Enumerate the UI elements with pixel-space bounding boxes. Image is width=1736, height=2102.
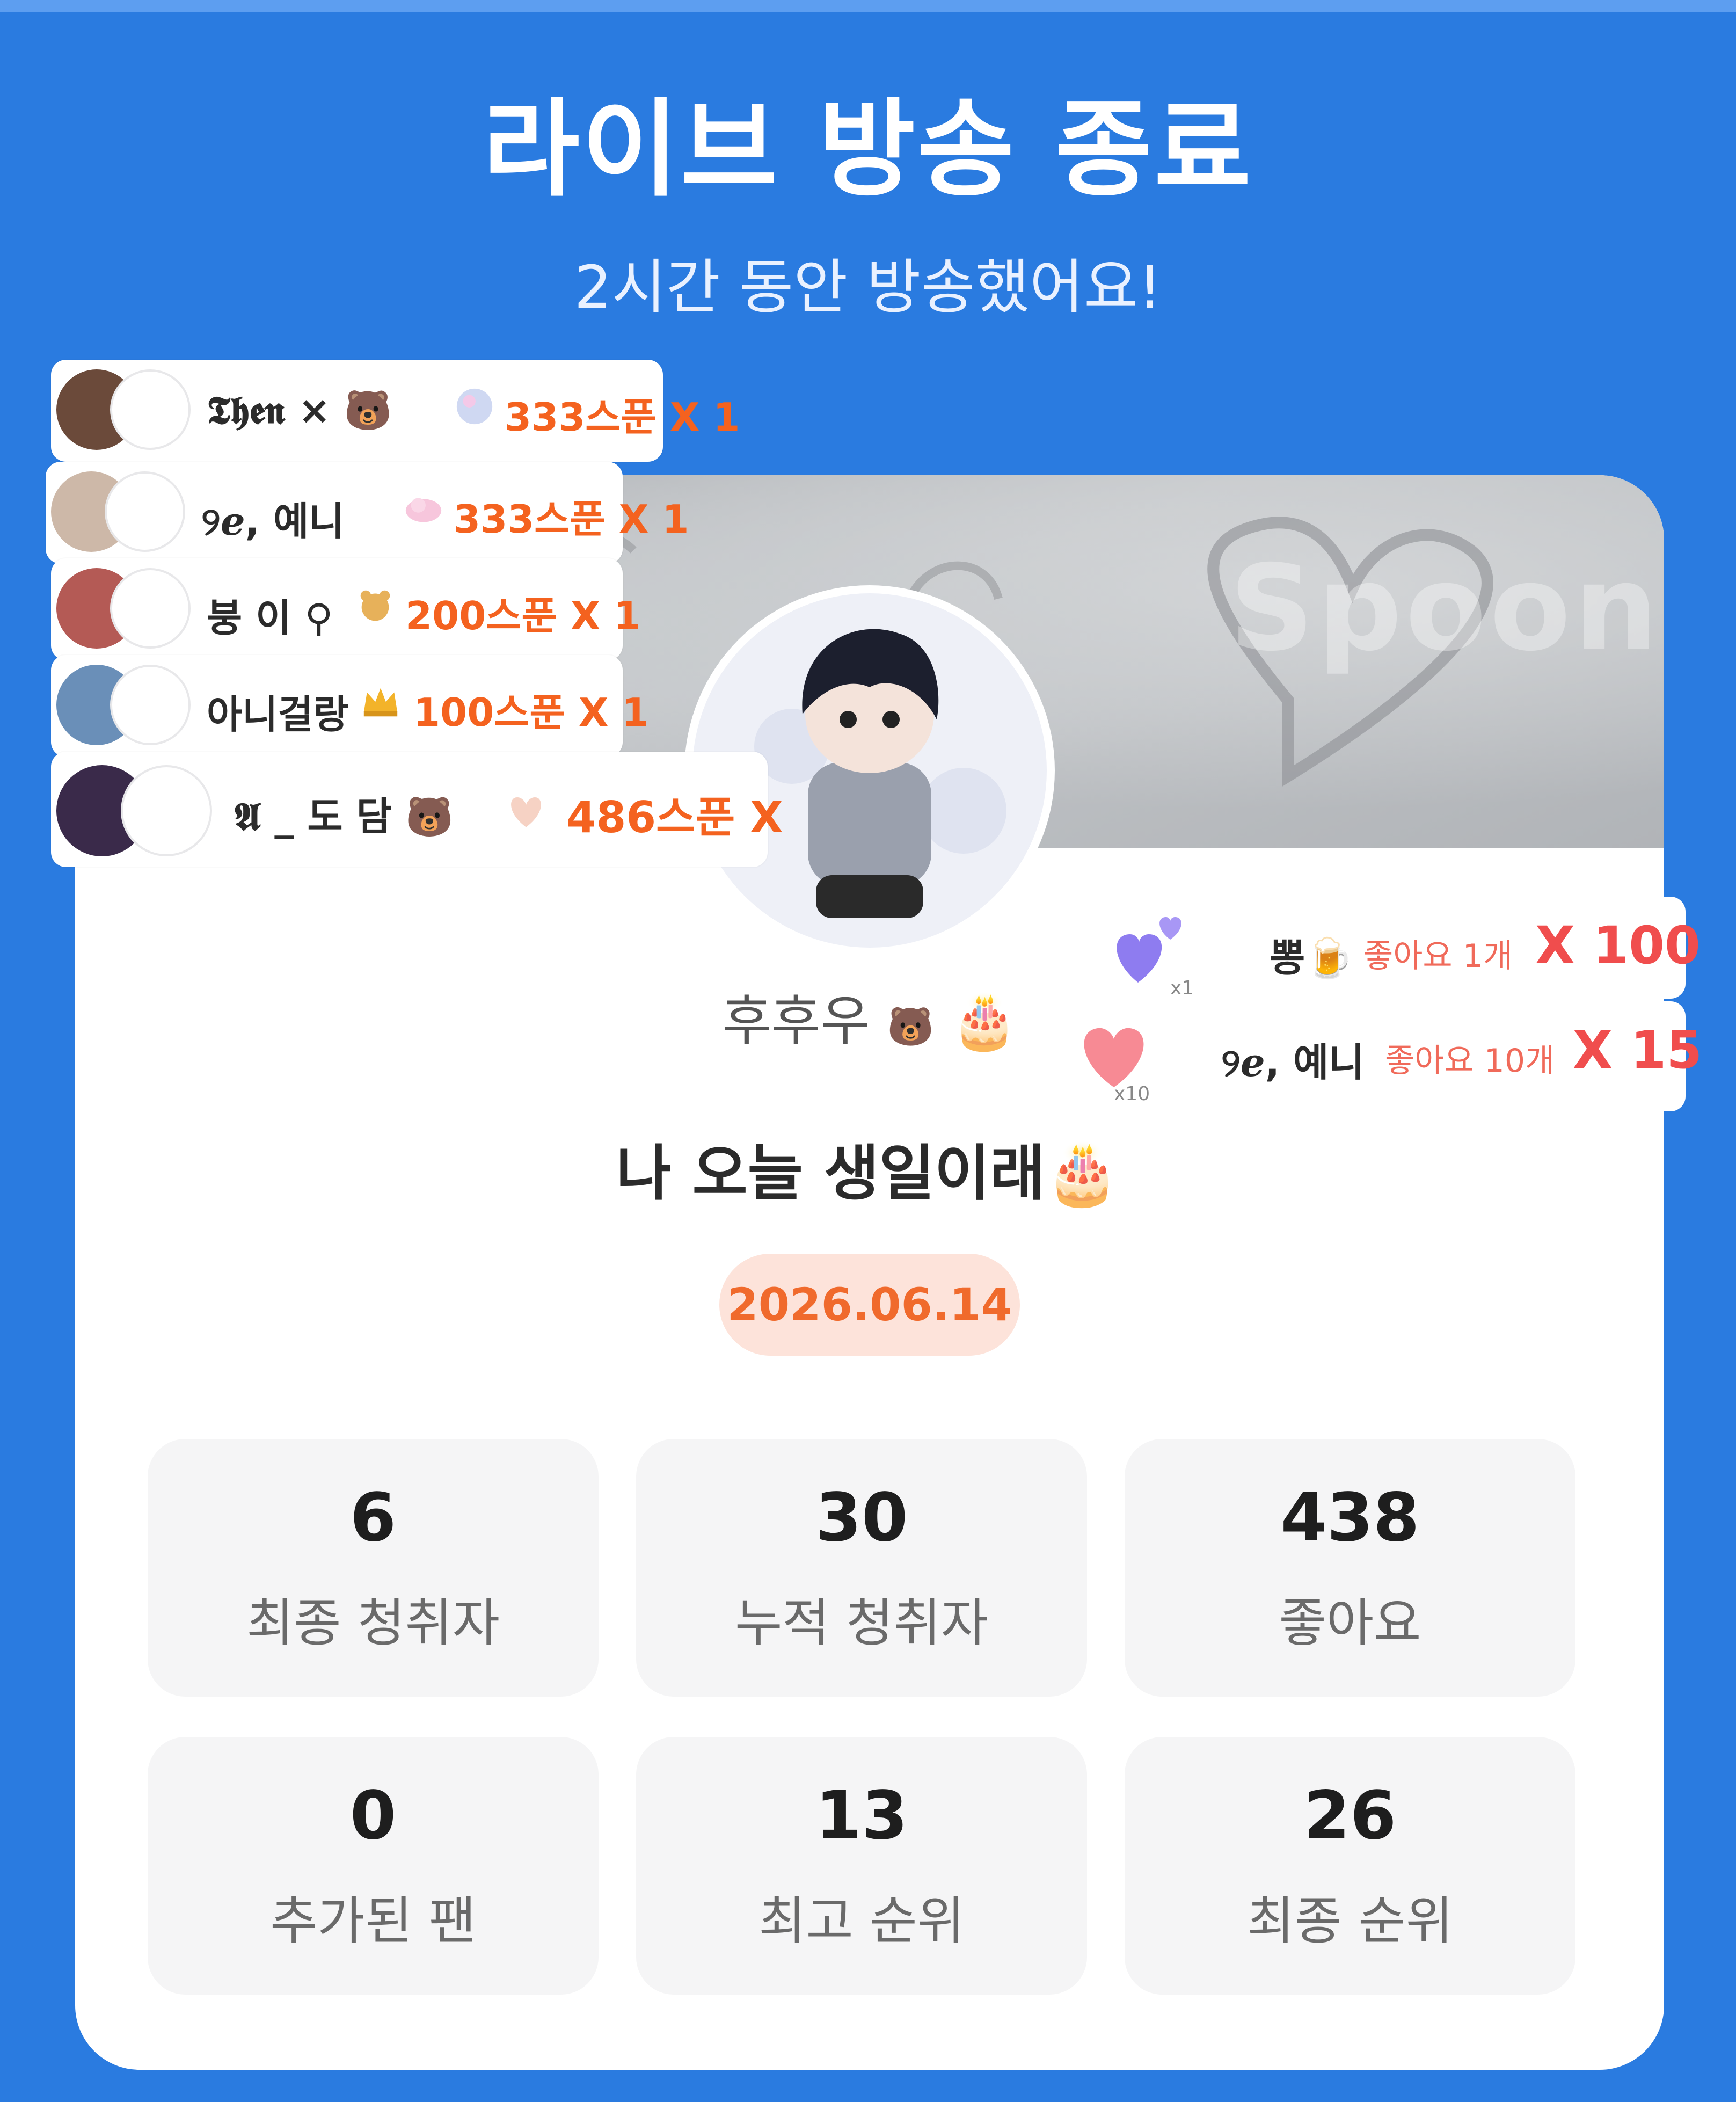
crystal-ball-icon [456,388,493,425]
sender-name: 𝕿𝖍𝖊𝖓 × 🐻 [207,388,392,433]
gift-avatars [56,665,191,748]
broadcast-date: 2026.06.14 [719,1254,1020,1356]
stat-likes: 438 좋아요 [1125,1439,1575,1697]
sender-name: 아니걸랑 [207,692,349,737]
like-label: 좋아요 1개 [1363,937,1513,975]
stat-value: 13 [815,1777,908,1854]
stat-value: 6 [349,1479,397,1557]
stat-value: 26 [1303,1777,1397,1854]
like-banner[interactable]: x1 뽕🍺 좋아요 1개 X 100 [1117,897,1701,999]
sender-name: ୨ℯ, 예니 [201,499,345,544]
stat-label: 누적 청취자 [734,1593,989,1653]
stats-grid: 6 최종 청취자 30 누적 청취자 438 좋아요 0 추가된 팬 13 최고… [148,1439,1592,1995]
stat-label: 최종 순위 [1247,1891,1453,1951]
host-name[interactable]: 후후우 🐻 🎂 [722,977,1018,1055]
page-subtitle: 2시간 동안 방송했어요! [574,253,1162,322]
stat-new-fans: 0 추가된 팬 [148,1737,599,1995]
gift-avatars [56,369,191,453]
stat-best-rank: 13 최고 순위 [636,1737,1087,1995]
gift-banner[interactable]: ୨ℯ, 예니 333스푼 X 1 [46,462,689,564]
gift-avatars [56,568,191,651]
bear-badge-icon: 🐻 [887,1005,934,1049]
gift-amount: 200스푼 X 1 [405,593,641,638]
gift-amount: 333스푼 X 1 [454,497,689,542]
stat-final-rank: 26 최종 순위 [1125,1737,1575,1995]
stat-label: 최고 순위 [758,1891,965,1951]
receiver-avatar [110,665,191,745]
spoon-watermark: Spoon [1229,540,1661,677]
like-count-badge: x1 [1170,977,1194,999]
gift-banner[interactable]: 아니걸랑 100스푼 X 1 [51,655,649,757]
pink-cloud-icon [405,498,442,522]
gift-avatars [51,471,185,555]
gift-banner[interactable]: 𝕬 _ 도 담 🐻 486스푼 X [51,752,783,867]
gift-avatars [56,765,212,856]
like-label: 좋아요 10개 [1385,1042,1555,1080]
like-banner[interactable]: x10 ୨ℯ, 예니 좋아요 10개 X 15 [1084,1001,1702,1111]
stat-final-listeners: 6 최종 청취자 [148,1439,599,1697]
gift-amount: 486스푼 X [566,792,783,842]
receiver-avatar [121,765,212,856]
bear-icon [360,590,390,621]
liker-name: ୨ℯ, 예니 [1221,1040,1365,1085]
stat-value: 30 [815,1479,908,1557]
like-multiplier: X 15 [1573,1020,1703,1080]
like-multiplier: X 100 [1535,915,1701,976]
crown-icon [363,688,398,717]
stat-label: 최종 청취자 [246,1593,500,1653]
receiver-avatar [110,568,191,649]
status-strip [0,0,1736,12]
gift-amount: 333스푼 X 1 [505,395,740,440]
stat-total-listeners: 30 누적 청취자 [636,1439,1087,1697]
gift-amount: 100스푼 X 1 [413,690,649,735]
stat-value: 0 [349,1777,397,1854]
like-count-badge: x10 [1114,1083,1150,1105]
stat-label: 추가된 팬 [270,1891,476,1951]
stat-label: 좋아요 [1279,1593,1421,1653]
liker-name: 뽕🍺 [1270,935,1353,980]
receiver-avatar [110,369,191,450]
stat-value: 438 [1280,1479,1420,1557]
gift-banner[interactable]: 붕 이 ⚲ 200스푼 X 1 [51,558,641,660]
receiver-avatar [105,471,185,552]
broadcast-title: 나 오늘 생일이래🎂 [616,1139,1120,1209]
sender-name: 𝕬 _ 도 담 🐻 [234,794,454,839]
gift-banner[interactable]: 𝕿𝖍𝖊𝖓 × 🐻 333스푼 X 1 [51,360,740,462]
sender-name: 붕 이 ⚲ [207,595,333,641]
page-title: 라이브 방송 종료 [483,89,1253,211]
heart-hands-icon [511,797,541,827]
cake-icon: 🎂 [951,990,1018,1052]
